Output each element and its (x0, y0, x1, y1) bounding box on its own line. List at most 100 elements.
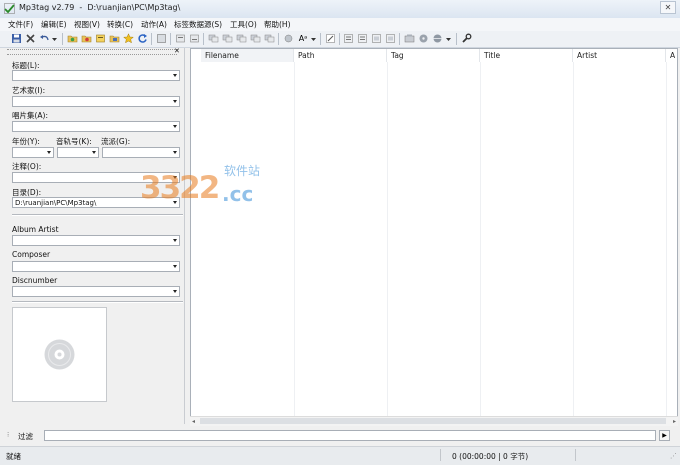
remove-tag-icon[interactable] (25, 33, 36, 44)
toolbar-separator (62, 33, 63, 45)
case-conversion-icon[interactable]: Aᵃ (296, 33, 310, 44)
status-divider (575, 449, 576, 461)
menu-convert[interactable]: 转换(C) (107, 19, 133, 30)
tree-view-icon[interactable] (385, 33, 396, 44)
comment-combo[interactable] (12, 172, 180, 183)
album-artist-combo[interactable] (12, 235, 180, 246)
mp3tag-app-icon (4, 3, 15, 14)
column-divider (666, 62, 667, 416)
menu-file[interactable]: 文件(F) (8, 19, 33, 30)
case-dropdown-icon[interactable] (310, 33, 317, 44)
favorite-star-icon[interactable] (123, 33, 134, 44)
discnumber-label: Discnumber (12, 276, 58, 285)
add-folder-icon[interactable] (81, 33, 92, 44)
chevron-down-icon[interactable] (173, 290, 177, 293)
panel-separator (12, 214, 183, 216)
autonumber-icon[interactable] (236, 33, 247, 44)
freedb-icon[interactable] (404, 33, 415, 44)
save-playlist-icon[interactable] (95, 33, 106, 44)
filename-to-tag-icon[interactable] (189, 33, 200, 44)
undo-icon[interactable] (39, 33, 50, 44)
column-header-filename[interactable]: Filename (201, 49, 294, 62)
resize-grip-icon[interactable]: ⋰ (670, 452, 677, 460)
toolbar-separator (456, 33, 457, 45)
panel-close-icon[interactable]: ✕ (174, 47, 180, 55)
chevron-down-icon[interactable] (173, 239, 177, 242)
options-icon[interactable] (461, 33, 472, 44)
column-divider (294, 62, 295, 416)
chevron-down-icon[interactable] (47, 151, 51, 154)
chevron-down-icon[interactable] (173, 74, 177, 77)
open-folder-icon[interactable] (67, 33, 78, 44)
album-artist-label: Album Artist (12, 225, 59, 234)
column-header-tag[interactable]: Tag (387, 49, 480, 62)
cover-art-box[interactable] (12, 307, 107, 402)
discnumber-combo[interactable] (12, 286, 180, 297)
refresh-icon[interactable] (137, 33, 148, 44)
menu-tools[interactable]: 工具(O) (230, 19, 257, 30)
actions-icon[interactable] (283, 33, 294, 44)
cd-disc-icon (44, 339, 75, 370)
playlist-icon[interactable] (343, 33, 354, 44)
folder-view-icon[interactable] (371, 33, 382, 44)
artist-label: 艺术家(I): (12, 86, 46, 95)
text-file-to-tag-icon[interactable] (222, 33, 233, 44)
scroll-left-icon[interactable]: ◂ (192, 418, 195, 425)
chevron-down-icon[interactable] (173, 151, 177, 154)
menu-actions[interactable]: 动作(A) (141, 19, 167, 30)
menu-tag-sources[interactable]: 标签数据源(S) (174, 19, 222, 30)
menu-edit[interactable]: 编辑(E) (41, 19, 67, 30)
toolbar-separator (203, 33, 204, 45)
menu-help[interactable]: 帮助(H) (264, 19, 291, 30)
artist-combo[interactable] (12, 96, 180, 107)
export-report-icon[interactable] (357, 33, 368, 44)
column-header-album[interactable]: A (666, 49, 677, 62)
file-list[interactable]: Filename Path Tag Title Artist A (190, 48, 678, 424)
title-combo[interactable] (12, 70, 180, 81)
directory-combo[interactable]: D:\ruanjian\PC\Mp3tag\ (12, 197, 180, 208)
filter-input[interactable] (44, 430, 656, 441)
toolbar-separator (170, 33, 171, 45)
track-combo[interactable] (57, 147, 99, 158)
column-header-title[interactable]: Title (480, 49, 573, 62)
column-divider (387, 62, 388, 416)
save-icon[interactable] (11, 33, 22, 44)
genre-combo[interactable] (102, 147, 180, 158)
guess-values-icon[interactable] (250, 33, 261, 44)
discogs-icon[interactable] (418, 33, 429, 44)
chevron-down-icon[interactable] (173, 265, 177, 268)
extended-tags-icon[interactable] (325, 33, 336, 44)
column-divider (573, 62, 574, 416)
filter-go-button[interactable]: ▶ (659, 430, 670, 441)
column-header-path[interactable]: Path (294, 49, 387, 62)
web-sources-icon[interactable] (432, 33, 443, 44)
format-value-icon[interactable] (264, 33, 275, 44)
menu-view[interactable]: 视图(V) (74, 19, 100, 30)
composer-combo[interactable] (12, 261, 180, 272)
horizontal-scrollbar[interactable]: ◂ ▸ (190, 416, 678, 426)
select-all-icon[interactable] (156, 33, 167, 44)
column-header-artist[interactable]: Artist (573, 49, 666, 62)
comment-label: 注释(O): (12, 162, 42, 171)
scrollbar-thumb[interactable] (200, 418, 666, 424)
close-button[interactable]: ✕ (660, 1, 676, 14)
status-summary: 0 (00:00:00 | 0 字节) (452, 452, 529, 461)
chevron-down-icon[interactable] (173, 176, 177, 179)
panel-grip[interactable] (7, 49, 177, 55)
composer-label: Composer (12, 250, 51, 259)
tag-to-tag-icon[interactable] (208, 33, 219, 44)
tag-to-filename-icon[interactable] (175, 33, 186, 44)
undo-dropdown-icon[interactable] (51, 33, 58, 44)
chevron-down-icon[interactable] (173, 100, 177, 103)
export-icon[interactable] (109, 33, 120, 44)
year-label: 年份(Y): (12, 137, 40, 146)
web-sources-dropdown-icon[interactable] (445, 33, 452, 44)
scroll-right-icon[interactable]: ▸ (673, 418, 676, 425)
year-combo[interactable] (12, 147, 54, 158)
chevron-down-icon[interactable] (173, 125, 177, 128)
chevron-down-icon[interactable] (92, 151, 96, 154)
album-combo[interactable] (12, 121, 180, 132)
track-label: 音轨号(K): (56, 137, 92, 146)
chevron-down-icon[interactable] (173, 201, 177, 204)
panel-separator (12, 301, 183, 303)
